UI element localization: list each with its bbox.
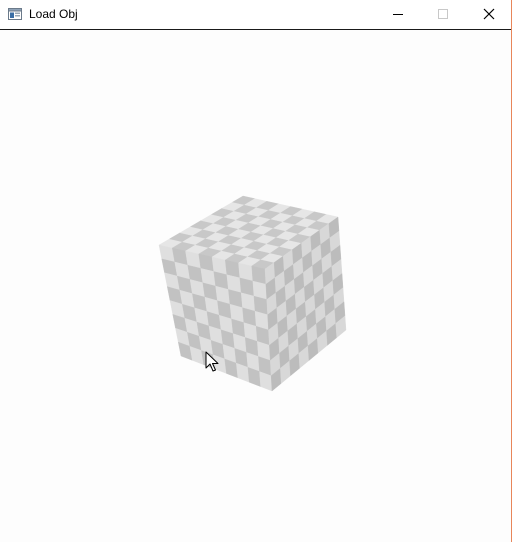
mouse-cursor-icon: [205, 351, 219, 372]
minimize-icon: [393, 14, 403, 15]
window-app-icon: [8, 8, 22, 20]
render-viewport[interactable]: [0, 30, 511, 542]
minimize-button[interactable]: [375, 0, 421, 29]
window-title: Load Obj: [29, 7, 78, 21]
close-button[interactable]: [466, 0, 512, 29]
checkered-cube: [158, 195, 347, 392]
close-icon: [483, 8, 495, 20]
title-bar[interactable]: Load Obj: [0, 0, 511, 30]
app-window: Load Obj: [0, 0, 512, 542]
maximize-icon: [438, 9, 448, 19]
maximize-button[interactable]: [420, 0, 466, 29]
